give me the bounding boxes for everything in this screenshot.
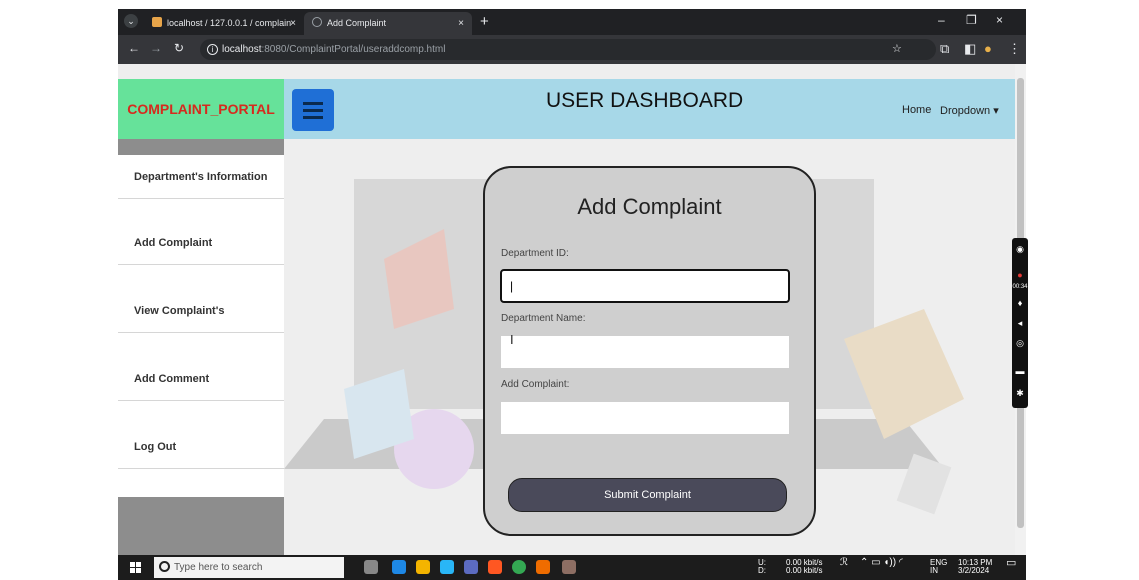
department-id-label: Department ID: (501, 248, 569, 259)
mail-icon[interactable] (440, 560, 454, 574)
tab-label: Add Complaint (327, 18, 387, 28)
url-path: :8080/ComplaintPortal/useraddcomp.html (261, 44, 446, 55)
sidebar-item-add-complaint[interactable]: Add Complaint (118, 221, 284, 265)
complaint-label: Add Complaint: (501, 379, 570, 390)
form-title: Add Complaint (577, 194, 722, 219)
language-indicator[interactable]: ENG IN (930, 559, 947, 575)
brave-icon[interactable] (488, 560, 502, 574)
notification-icon[interactable]: ▭ (1006, 558, 1016, 569)
sidebar: Department's Information Add Complaint V… (118, 139, 284, 555)
tab-close-icon[interactable]: × (458, 12, 464, 35)
tab-close-icon[interactable]: × (290, 12, 296, 35)
forward-icon[interactable]: → (150, 41, 162, 55)
taskbar-search-box[interactable]: Type here to search (154, 557, 344, 578)
cortana-icon (159, 561, 170, 572)
web-page: COMPLAINT_PORTAL USER DASHBOARD Home Dro… (118, 64, 1015, 555)
window-icon[interactable]: ▬ (1012, 366, 1028, 376)
edge-icon[interactable] (392, 560, 406, 574)
kebab-menu-icon[interactable]: ⋮ (1008, 41, 1021, 57)
store-icon[interactable] (464, 560, 478, 574)
sidebar-item-add-comment[interactable]: Add Comment (118, 357, 284, 401)
tab-label: localhost / 127.0.0.1 / complain (167, 18, 292, 28)
webcam-icon[interactable]: ◎ (1012, 338, 1028, 349)
complaint-field[interactable] (500, 401, 790, 435)
date-text: 3/2/2024 (958, 566, 990, 575)
people-icon[interactable]: ℛ (840, 558, 848, 568)
url-field[interactable]: i localhost:8080/ComplaintPortal/useradd… (200, 39, 936, 60)
sidepanel-icon[interactable]: ◧ (964, 41, 976, 57)
close-window-button[interactable]: × (996, 13, 1003, 27)
sidebar-top-bar (118, 139, 284, 155)
windows-taskbar: Type here to search U: D: 0.00 kbit/s 0.00… (118, 555, 1026, 580)
site-info-icon[interactable]: i (207, 44, 218, 55)
browser-tab-bar: ⌄ localhost / 127.0.0.1 / complain × Add… (118, 9, 1026, 35)
profile-icon[interactable]: ● (984, 41, 992, 56)
globe-favicon-icon (312, 17, 322, 27)
speaker-icon[interactable]: ◂ (1012, 318, 1028, 329)
brand-logo[interactable]: COMPLAINT_PORTAL (118, 79, 284, 139)
address-toolbar: ← → ↻ i localhost:8080/ComplaintPortal/u… (118, 35, 1026, 64)
nav-dropdown[interactable]: Dropdown ▾ (940, 104, 999, 117)
settings-gear-icon[interactable]: ✱ (1012, 388, 1028, 399)
bookmark-star-icon[interactable]: ☆ (892, 42, 902, 55)
menu-toggle-button[interactable] (292, 89, 334, 131)
sidebar-item-departments[interactable]: Department's Information (118, 155, 284, 199)
sidebar-item-view-complaints[interactable]: View Complaint's (118, 289, 284, 333)
app-icon[interactable] (562, 560, 576, 574)
clock[interactable]: 10:13 PM 3/2/2024 (958, 559, 992, 575)
text-cursor-icon: I (510, 332, 514, 347)
net-labels: U: D: (758, 559, 766, 575)
extensions-icon[interactable]: ⧉ (940, 41, 949, 57)
minimize-button[interactable]: – (938, 13, 945, 27)
url-host: localhost (222, 44, 262, 55)
tab-search-icon[interactable]: ⌄ (124, 14, 138, 28)
page-title: USER DASHBOARD (546, 89, 744, 112)
net-down-label: D: (758, 566, 766, 575)
chrome-icon[interactable] (512, 560, 526, 574)
top-header: USER DASHBOARD Home Dropdown ▾ (284, 79, 1015, 139)
department-id-field[interactable]: | (500, 269, 790, 303)
record-icon[interactable]: ● (1012, 270, 1028, 280)
xampp-icon[interactable] (536, 560, 550, 574)
microphone-icon[interactable] (364, 560, 378, 574)
mic-icon[interactable]: ♦ (1012, 298, 1028, 308)
tray-icons[interactable]: ⌃ ▭ ◖)) ◜ (860, 558, 903, 568)
nav-home-link[interactable]: Home (902, 104, 931, 116)
camera-icon[interactable]: ◉ (1012, 244, 1028, 255)
network-speed: 0.00 kbit/s 0.00 kbit/s (786, 559, 822, 575)
reload-icon[interactable]: ↻ (174, 41, 184, 55)
department-name-field[interactable] (500, 335, 790, 369)
sidebar-bottom-bar (118, 497, 284, 555)
windows-start-icon[interactable] (130, 562, 142, 574)
net-down-value: 0.00 kbit/s (786, 566, 823, 575)
file-explorer-icon[interactable] (416, 560, 430, 574)
region-text: IN (930, 566, 938, 575)
search-placeholder: Type here to search (174, 562, 263, 573)
sidebar-item-logout[interactable]: Log Out (118, 425, 284, 469)
submit-complaint-button[interactable]: Submit Complaint (508, 478, 787, 512)
tab-phpmyadmin[interactable]: localhost / 127.0.0.1 / complain × (144, 12, 304, 35)
recorder-toolbar: ◉ ● 00:34 ♦ ◂ ◎ ▬ ✱ (1012, 238, 1028, 408)
tab-add-complaint[interactable]: Add Complaint × (304, 12, 472, 35)
new-tab-button[interactable]: + (480, 12, 489, 32)
phpmyadmin-favicon-icon (152, 17, 162, 27)
add-complaint-form: Add Complaint Department ID: | Departmen… (483, 166, 816, 536)
restore-button[interactable]: ❐ (966, 13, 977, 27)
recording-timer: 00:34 (1012, 284, 1028, 290)
back-icon[interactable]: ← (128, 41, 140, 55)
department-name-label: Department Name: (501, 313, 586, 324)
desktop-screen: ⌄ localhost / 127.0.0.1 / complain × Add… (118, 9, 1026, 580)
